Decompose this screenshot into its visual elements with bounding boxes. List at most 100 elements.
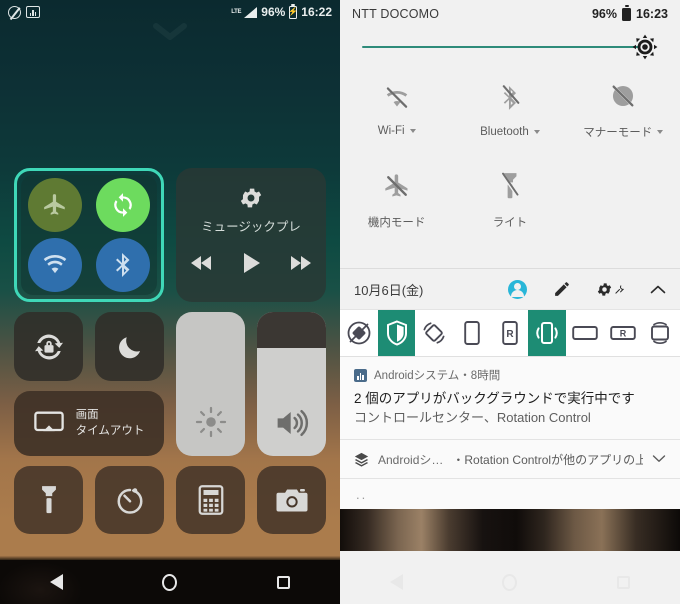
pencil-icon[interactable]	[553, 281, 570, 298]
home-button[interactable]	[502, 573, 518, 591]
quick-settings-row-1: Wi-Fi Bluetooth マナーモード	[340, 66, 680, 156]
pull-handle-chevron-icon[interactable]	[153, 22, 187, 42]
right-navigation-bar	[340, 560, 680, 604]
brightness-icon[interactable]	[632, 34, 658, 60]
screen-timeout-tile[interactable]: 画面 タイムアウト	[14, 391, 164, 456]
night-mode-tile[interactable]	[95, 312, 164, 381]
back-button[interactable]	[389, 574, 403, 590]
camera-shortcut[interactable]	[257, 466, 326, 534]
user-avatar-icon[interactable]	[508, 279, 527, 299]
next-track-button[interactable]	[288, 254, 312, 272]
qs-tile-empty	[567, 156, 680, 246]
calculator-shortcut[interactable]	[176, 466, 245, 534]
home-button[interactable]	[162, 573, 178, 591]
back-button[interactable]	[49, 574, 63, 590]
bluetooth-off-icon	[502, 84, 520, 110]
left-status-bar: LTE 96% ⚡ 16:22	[0, 0, 340, 24]
brightness-track[interactable]	[362, 46, 645, 48]
auto-rotate-icon	[423, 322, 445, 344]
rotation-portrait-reverse-button[interactable]: R	[491, 310, 529, 356]
rotation-landscape-reverse-button[interactable]: R	[604, 310, 642, 356]
notification-item[interactable]: Androidシステム・8時間 2 個のアプリがバックグラウンドで実行中です コ…	[340, 357, 680, 440]
gear-icon[interactable]	[238, 185, 264, 211]
previous-track-button[interactable]	[190, 254, 214, 272]
right-phone-screen: NTT DOCOMO 96% 16:23 Wi-Fi Bluetooth マナー…	[340, 0, 680, 604]
date-label: 10月6日(金)	[354, 282, 424, 298]
notification-app-label: Androidシ…	[378, 452, 444, 467]
right-battery-percent: 96%	[591, 7, 618, 21]
sensor-portrait-icon	[536, 322, 558, 344]
wifi-off-icon	[386, 86, 407, 108]
bluetooth-icon	[116, 253, 130, 277]
notification-body: コントロールセンター、Rotation Control	[354, 409, 591, 425]
right-status-bar: NTT DOCOMO 96% 16:23	[340, 0, 680, 28]
timer-shortcut[interactable]	[95, 466, 164, 534]
qs-label-wifi: Wi-Fi	[377, 124, 405, 137]
rotation-sensor-portrait-button[interactable]	[528, 310, 567, 356]
rotation-guard-button[interactable]	[377, 310, 416, 356]
rotation-landscape-button[interactable]	[566, 310, 604, 356]
notification-app-label: Androidシステム・8時間	[374, 370, 501, 382]
wifi-toggle[interactable]	[28, 238, 82, 292]
data-usage-icon	[26, 6, 40, 18]
rotation-auto-button[interactable]	[415, 310, 453, 356]
brightness-slider[interactable]	[176, 312, 245, 456]
do-not-disturb-icon	[8, 5, 21, 19]
portrait-reverse-icon: R	[501, 321, 518, 345]
chevron-down-icon[interactable]	[409, 128, 416, 133]
notification-title: 2 個のアプリがバックグラウンドで実行中です	[354, 391, 635, 406]
volume-slider[interactable]	[257, 312, 326, 456]
portrait-icon	[464, 321, 480, 345]
date-bar: 10月6日(金)	[340, 269, 680, 309]
airplane-icon	[44, 194, 65, 215]
chevron-down-icon[interactable]	[657, 130, 664, 134]
qs-label-airplane-mode: 機内モード	[367, 217, 426, 229]
quick-settings-row-2: 機内モード ライト	[340, 156, 680, 246]
bluetooth-toggle[interactable]	[96, 238, 150, 292]
sun-icon	[195, 406, 226, 438]
chevron-down-icon[interactable]	[652, 454, 666, 464]
mobile-data-toggle[interactable]	[96, 178, 150, 232]
chevron-up-icon[interactable]	[650, 284, 666, 295]
rotation-lock-tile[interactable]	[14, 312, 83, 381]
landscape-reverse-icon: R	[609, 326, 636, 340]
airplane-off-icon	[384, 174, 408, 197]
music-player-tile[interactable]: ミュージックプレ	[176, 168, 326, 302]
brightness-slider-row[interactable]	[340, 28, 680, 66]
rotation-auto-disabled-button[interactable]	[340, 310, 378, 356]
recents-button[interactable]	[617, 575, 631, 589]
moon-icon	[118, 336, 140, 358]
qs-tile-manner-mode[interactable]: マナーモード	[567, 66, 680, 156]
notification-item[interactable]: Androidシ… ・Rotation Controlが他のアプリの上に表示され…	[340, 440, 680, 479]
qs-tile-wifi[interactable]: Wi-Fi	[340, 66, 453, 156]
qs-tile-airplane-mode[interactable]: 機内モード	[340, 156, 453, 246]
android-system-icon	[354, 368, 367, 382]
svg-text:R: R	[506, 329, 514, 340]
recents-button[interactable]	[277, 575, 291, 589]
screen-timeout-label: 画面 タイムアウト	[75, 408, 145, 437]
left-battery-percent: 96%	[261, 5, 286, 19]
rotation-portrait-button[interactable]	[453, 310, 491, 356]
gear-icon[interactable]	[596, 281, 613, 298]
calculator-icon	[198, 485, 223, 515]
qs-tile-flashlight[interactable]: ライト	[453, 156, 566, 246]
timer-icon	[117, 488, 143, 514]
wifi-icon	[43, 255, 67, 274]
vibrate-off-icon	[612, 85, 634, 107]
sync-arrows-icon	[114, 193, 132, 217]
shade-drag-handle[interactable]: ..	[340, 479, 680, 510]
qs-label-bluetooth: Bluetooth	[480, 125, 529, 138]
rotation-control-bar: R R	[340, 309, 680, 357]
airplane-mode-toggle[interactable]	[28, 178, 82, 232]
rotation-lock-icon	[34, 333, 63, 360]
flashlight-shortcut[interactable]	[14, 466, 83, 534]
flashlight-off-icon	[501, 172, 519, 199]
connectivity-tile-group[interactable]	[14, 168, 164, 302]
rotation-auto-full-button[interactable]	[642, 310, 680, 356]
handle-dots: ..	[356, 486, 368, 502]
settings-button[interactable]	[596, 281, 624, 298]
chevron-down-icon[interactable]	[533, 129, 540, 134]
qs-tile-bluetooth[interactable]: Bluetooth	[453, 66, 566, 156]
battery-icon: ⚡	[288, 5, 298, 19]
play-button[interactable]	[238, 251, 264, 275]
